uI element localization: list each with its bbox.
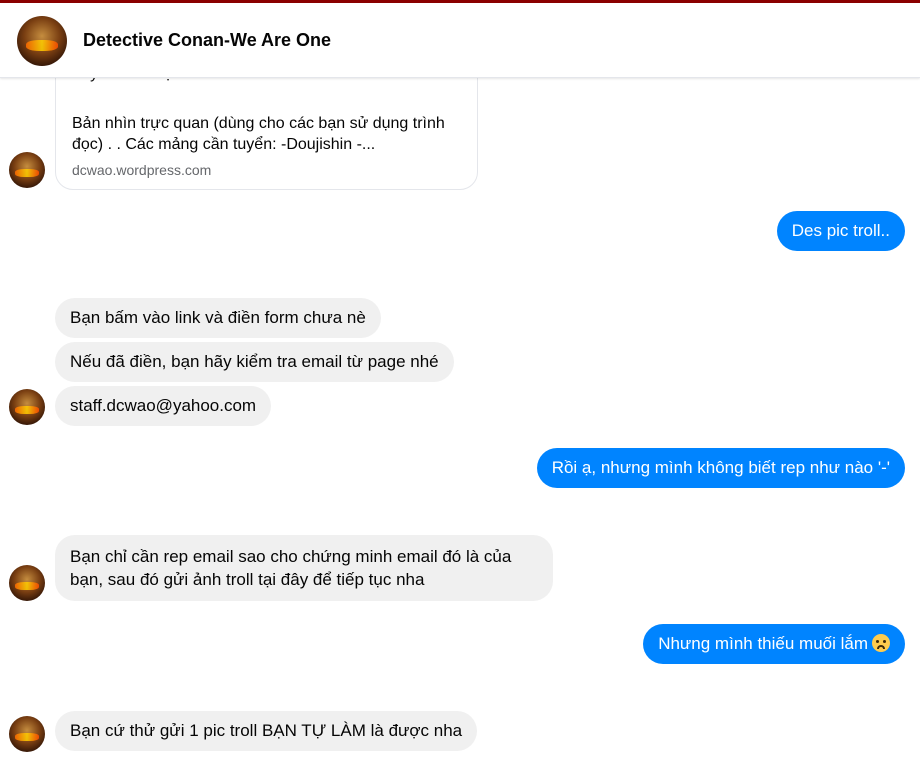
incoming-message[interactable]: Bạn cứ thử gửi 1 pic troll BẠN TỰ LÀM là… [55,711,478,751]
incoming-message[interactable]: Bạn chỉ cần rep email sao cho chứng minh… [55,535,553,601]
incoming-message[interactable]: Nếu đã điền, bạn hãy kiểm tra email từ p… [55,342,454,382]
sender-avatar[interactable] [9,716,45,752]
halloween-avatar-icon[interactable] [17,16,67,66]
sender-avatar[interactable] [9,565,45,601]
link-preview-card[interactable]: Tuyển nhân lực - C Bản nhìn trực quan (d… [55,60,478,190]
link-card-domain: dcwao.wordpress.com [72,162,212,178]
sender-avatar[interactable] [9,152,45,188]
incoming-message[interactable]: staff.dcwao@yahoo.com [55,386,272,426]
link-card-description: Bản nhìn trực quan (dùng cho các bạn sử … [72,115,445,153]
outgoing-message[interactable]: Nhưng mình thiếu muối lắm [643,624,905,664]
sender-avatar[interactable] [9,389,45,425]
chat-header: Detective Conan-We Are One [0,3,920,78]
incoming-message[interactable]: Bạn bấm vào link và điền form chưa nè [55,298,381,338]
outgoing-message[interactable]: Des pic troll.. [776,211,905,251]
worried-face-emoji-icon [872,634,890,652]
message-text: Nhưng mình thiếu muối lắm [658,634,868,653]
conversation-title[interactable]: Detective Conan-We Are One [83,30,331,51]
outgoing-message[interactable]: Rồi ạ, nhưng mình không biết rep như nào… [536,448,905,488]
